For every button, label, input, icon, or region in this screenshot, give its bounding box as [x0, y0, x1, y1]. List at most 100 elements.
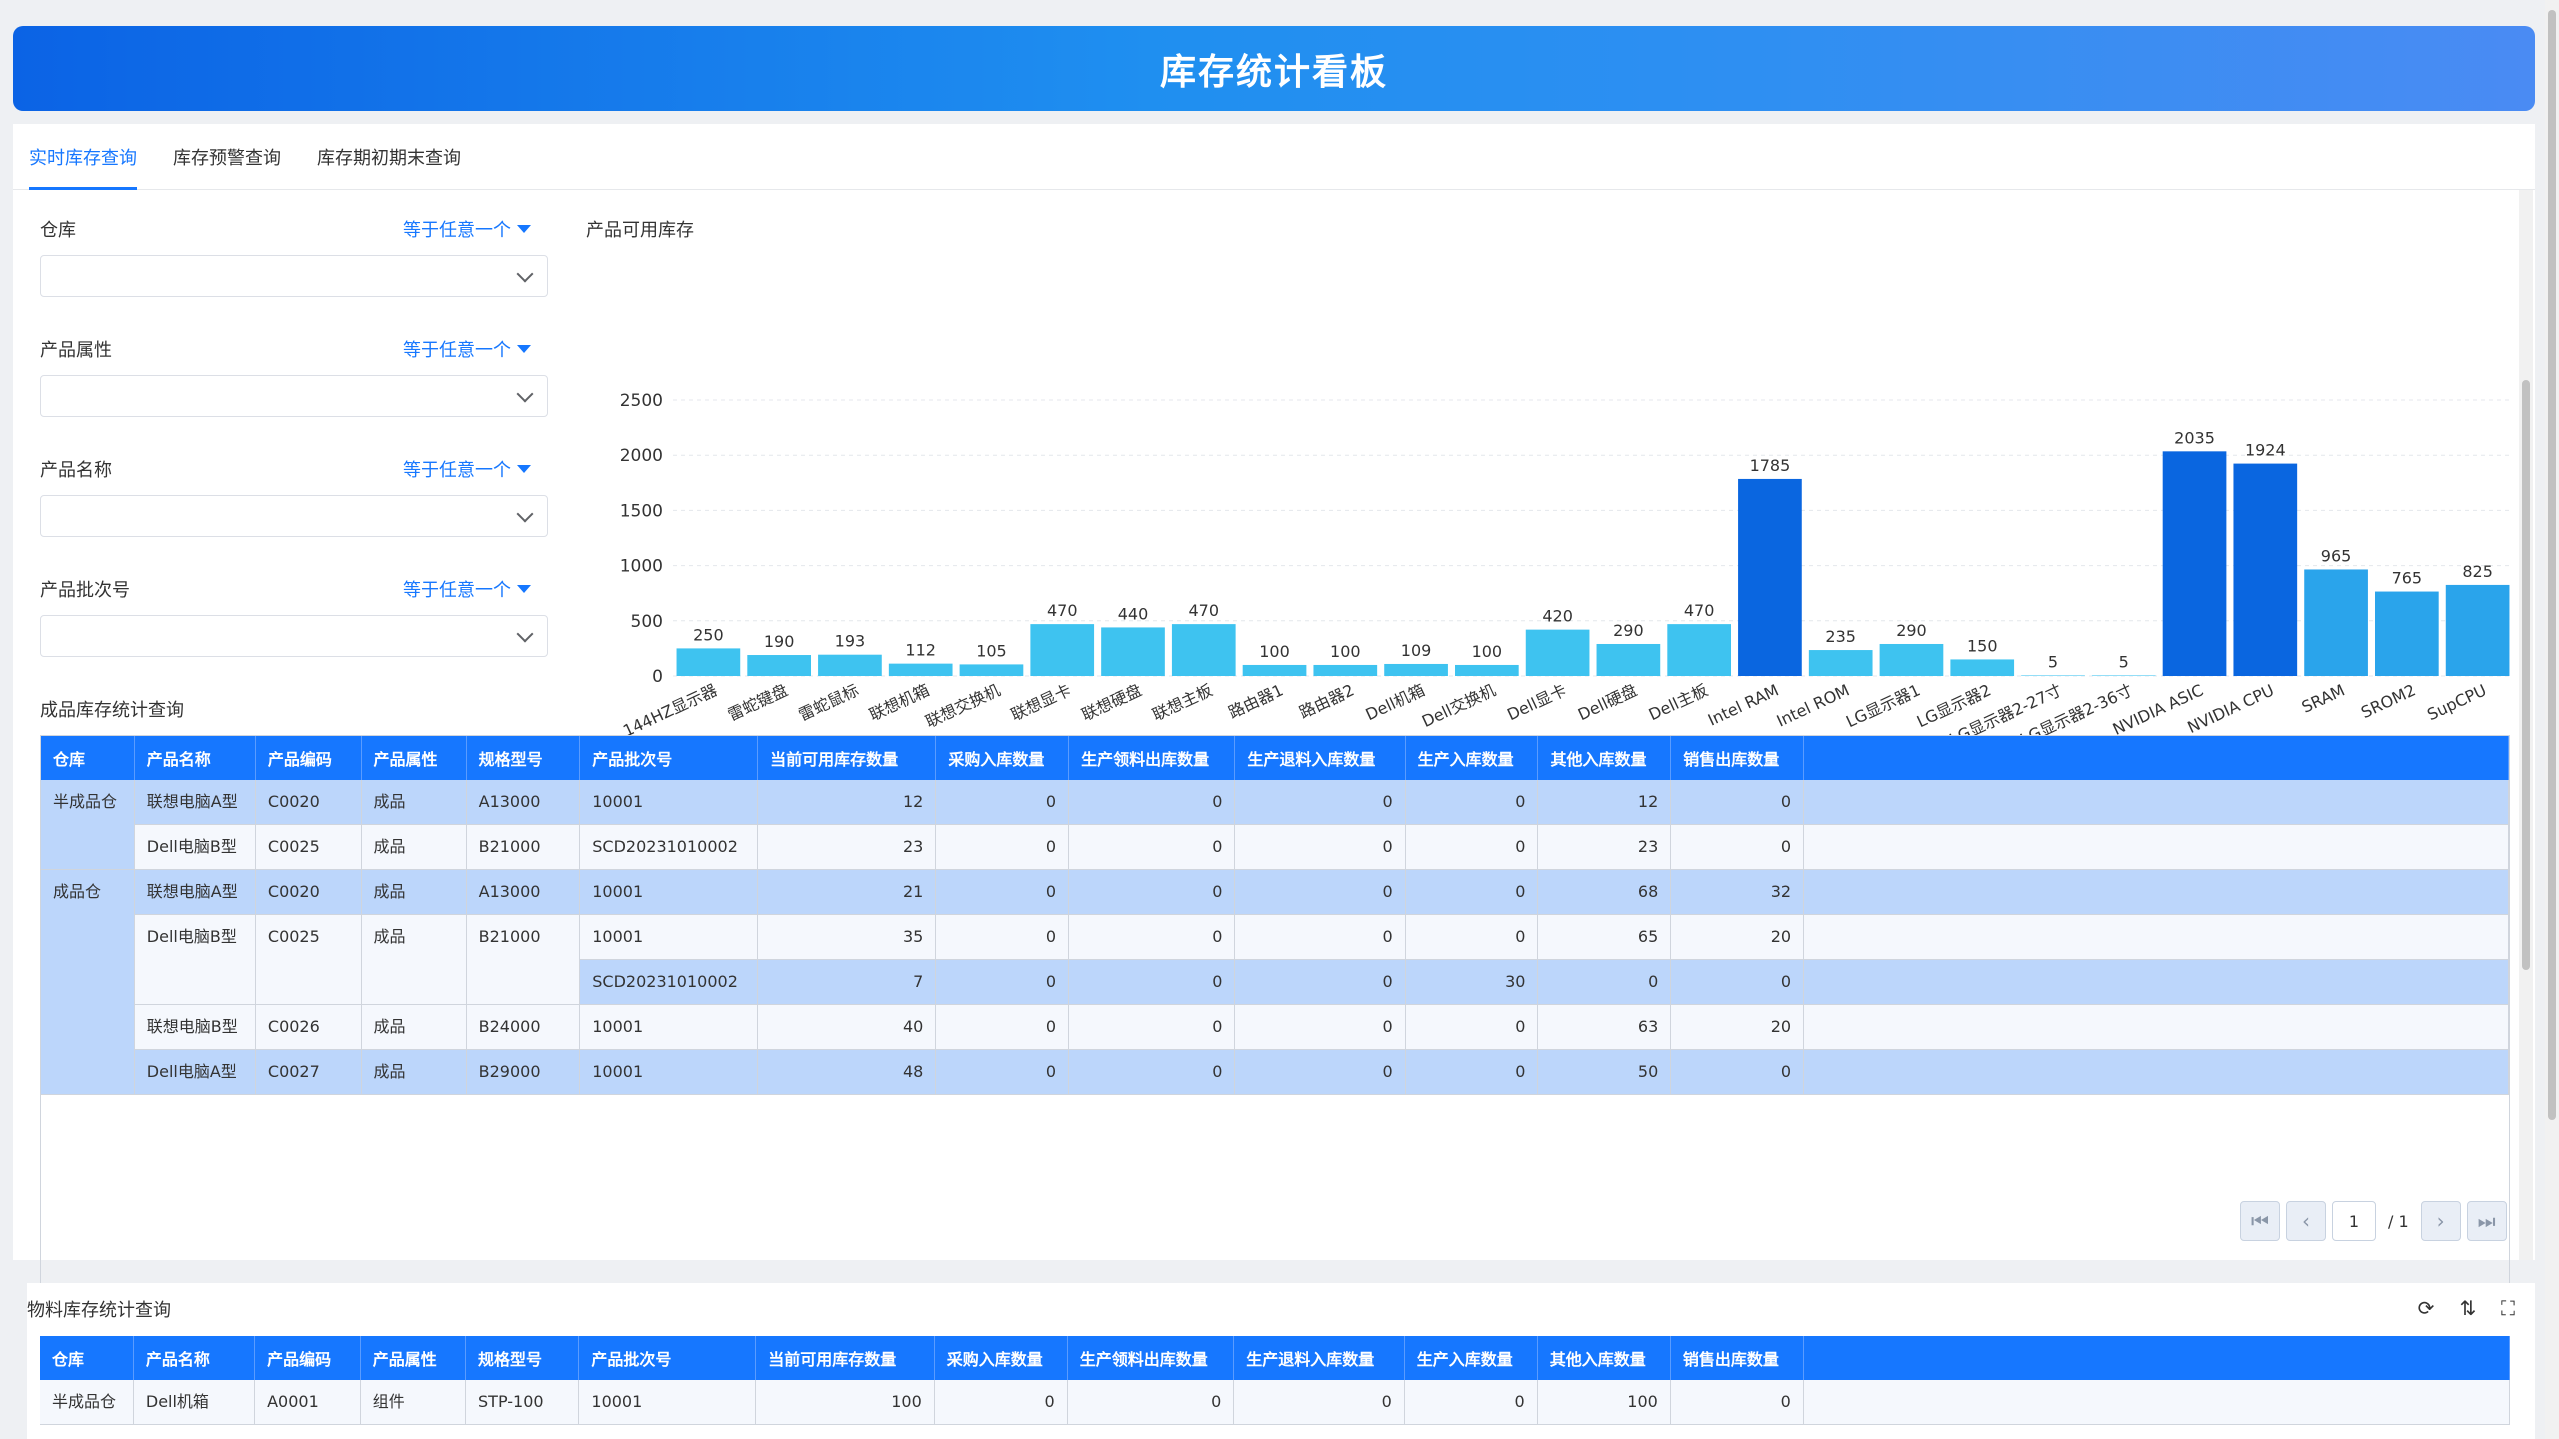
- column-header[interactable]: 当前可用库存数量: [755, 1336, 935, 1380]
- last-page-button[interactable]: ⏭: [2466, 1201, 2507, 1241]
- product-attr-select[interactable]: [40, 375, 548, 417]
- column-header[interactable]: 当前可用库存数量: [757, 736, 937, 780]
- first-page-button[interactable]: ⏮: [2240, 1201, 2280, 1241]
- tab-realtime-inventory[interactable]: 实时库存查询: [29, 144, 137, 190]
- cell-quantity: 0: [1068, 869, 1236, 915]
- column-header[interactable]: 生产入库数量: [1404, 1336, 1538, 1380]
- table-row[interactable]: 成品仓 联想电脑A型 C0020 成品 A13000 10001 21 0 0 0 0 68 32: [41, 869, 2509, 1095]
- column-header[interactable]: 产品批次号: [579, 736, 759, 780]
- cell-batch: SCD20231010002: [579, 959, 759, 1005]
- column-header[interactable]: 生产退料入库数量: [1233, 1336, 1405, 1380]
- column-header[interactable]: 产品编码: [255, 736, 362, 780]
- column-header[interactable]: 销售出库数量: [1670, 736, 1805, 780]
- cell-quantity: 23: [757, 824, 937, 870]
- cell-spec: B21000: [466, 914, 581, 1005]
- material-table-container: 仓库 产品名称 产品编码 产品属性 规格型号 产品批次号 当前可用库存数量 采购入库数量 生产领…: [40, 1336, 2510, 1439]
- bar: [1738, 478, 1802, 676]
- column-header[interactable]: 规格型号: [465, 1336, 580, 1380]
- data-label: 440: [1118, 604, 1149, 623]
- cell-product-attr: 成品: [361, 914, 467, 1005]
- filter-batch-operator[interactable]: 等于任意一个: [403, 576, 531, 602]
- table-row[interactable]: 半成品仓 联想电脑A型 C0020 成品 A13000 10001 12 0 0 0 0 12 0: [41, 780, 2509, 870]
- x-tick-label: 联想显卡: [1008, 680, 1074, 724]
- prev-page-button[interactable]: ‹: [2286, 1201, 2326, 1241]
- tab-inventory-period[interactable]: 库存期初期末查询: [317, 144, 461, 190]
- column-header[interactable]: 采购入库数量: [934, 1336, 1068, 1380]
- data-label: 470: [1684, 601, 1715, 620]
- column-header[interactable]: 产品名称: [133, 1336, 256, 1380]
- caret-down-icon: [517, 465, 531, 473]
- table-row[interactable]: 半成品仓 Dell机箱 A0001 组件 STP-100 10001 100 0 0 0 0 100 0: [40, 1380, 2510, 1425]
- filter-warehouse-operator[interactable]: 等于任意一个: [403, 216, 531, 242]
- column-header[interactable]: 其他入库数量: [1537, 736, 1672, 780]
- column-header[interactable]: 产品名称: [134, 736, 256, 780]
- page-number-input[interactable]: 1: [2332, 1201, 2376, 1241]
- product-name-select[interactable]: [40, 495, 548, 537]
- cell-filler: [1803, 1049, 2509, 1095]
- cell-quantity: 20: [1670, 914, 1805, 960]
- main-scrollbar[interactable]: [2519, 190, 2533, 1260]
- column-header[interactable]: 销售出库数量: [1670, 1336, 1804, 1380]
- column-header[interactable]: 仓库: [40, 1336, 134, 1380]
- cell-quantity: 50: [1537, 1049, 1672, 1095]
- table-row[interactable]: Dell电脑B型 C0025 成品 B21000 10001 35 0 0 0 0 65 20: [41, 914, 2509, 1005]
- column-header[interactable]: 产品编码: [254, 1336, 361, 1380]
- filter-product-name-operator[interactable]: 等于任意一个: [403, 456, 531, 482]
- table-row[interactable]: Dell电脑B型 C0025 成品 B21000 SCD20231010002 23 0 0 0…: [41, 824, 2509, 870]
- cell-quantity: 0: [1068, 1049, 1236, 1095]
- main-scrollbar-thumb[interactable]: [2522, 380, 2530, 970]
- table-row[interactable]: Dell电脑A型 C0027 成品 B29000 10001 48 0 0 0 0 50 0: [41, 1049, 2509, 1095]
- bar: [959, 664, 1024, 676]
- bar: [2233, 463, 2298, 676]
- column-header[interactable]: 产品属性: [360, 1336, 467, 1380]
- column-header[interactable]: 生产领料出库数量: [1067, 1336, 1235, 1380]
- column-header[interactable]: 产品批次号: [578, 1336, 757, 1380]
- x-tick-label: Dell硬盘: [1575, 680, 1640, 724]
- cell-quantity: 21: [757, 869, 937, 915]
- batch-select[interactable]: [40, 615, 548, 657]
- dashboard-header: 库存统计看板: [13, 26, 2535, 111]
- column-header[interactable]: 生产领料出库数量: [1068, 736, 1236, 780]
- column-header[interactable]: 规格型号: [466, 736, 581, 780]
- fullscreen-icon[interactable]: ⛶: [2496, 1296, 2520, 1320]
- cell-quantity: 0: [935, 914, 1070, 960]
- cell-filler: [1803, 869, 2509, 915]
- cell-product-code: A0001: [254, 1380, 361, 1425]
- cell-quantity: 0: [935, 780, 1070, 825]
- cell-batch: 10001: [579, 869, 759, 915]
- filter-product-attr-operator[interactable]: 等于任意一个: [403, 336, 531, 362]
- cell-quantity: 0: [935, 1049, 1070, 1095]
- column-header[interactable]: 采购入库数量: [935, 736, 1070, 780]
- warehouse-select[interactable]: [40, 255, 548, 297]
- table-row[interactable]: 联想电脑B型 C0026 成品 B24000 10001 40 0 0 0 0 63 20: [41, 1004, 2509, 1050]
- bar: [818, 654, 882, 676]
- tab-inventory-warning[interactable]: 库存预警查询: [173, 144, 281, 190]
- data-label: 250: [693, 625, 724, 644]
- next-page-button[interactable]: ›: [2420, 1201, 2461, 1241]
- cell-spec: B21000: [466, 824, 581, 870]
- refresh-icon[interactable]: ⟳: [2414, 1296, 2438, 1320]
- column-header[interactable]: 生产退料入库数量: [1234, 736, 1406, 780]
- page-scrollbar-thumb[interactable]: [2548, 10, 2556, 1120]
- data-label: 100: [1472, 642, 1503, 661]
- cell-product-name: Dell电脑B型: [134, 914, 256, 1005]
- bar: [1455, 664, 1519, 676]
- cell-product-attr: 组件: [360, 1380, 467, 1425]
- cell-quantity: 0: [1670, 824, 1805, 870]
- bar: [2162, 451, 2227, 676]
- page-scrollbar[interactable]: [2545, 0, 2559, 1439]
- caret-down-icon: [517, 585, 531, 593]
- finished-table-title: 成品库存统计查询: [40, 700, 184, 721]
- cell-product-name: 联想电脑A型: [134, 869, 256, 915]
- column-header[interactable]: 产品属性: [361, 736, 467, 780]
- cell-quantity: 0: [1068, 1004, 1236, 1050]
- sort-icon[interactable]: ⇅: [2456, 1296, 2480, 1320]
- cell-quantity: 40: [757, 1004, 937, 1050]
- column-header[interactable]: 其他入库数量: [1537, 1336, 1671, 1380]
- bar: [1384, 663, 1448, 676]
- column-header[interactable]: 仓库: [41, 736, 135, 780]
- column-header-filler: [1803, 736, 2509, 780]
- column-header[interactable]: 生产入库数量: [1405, 736, 1539, 780]
- cell-filler: [1803, 1004, 2509, 1050]
- bar: [1030, 624, 1095, 676]
